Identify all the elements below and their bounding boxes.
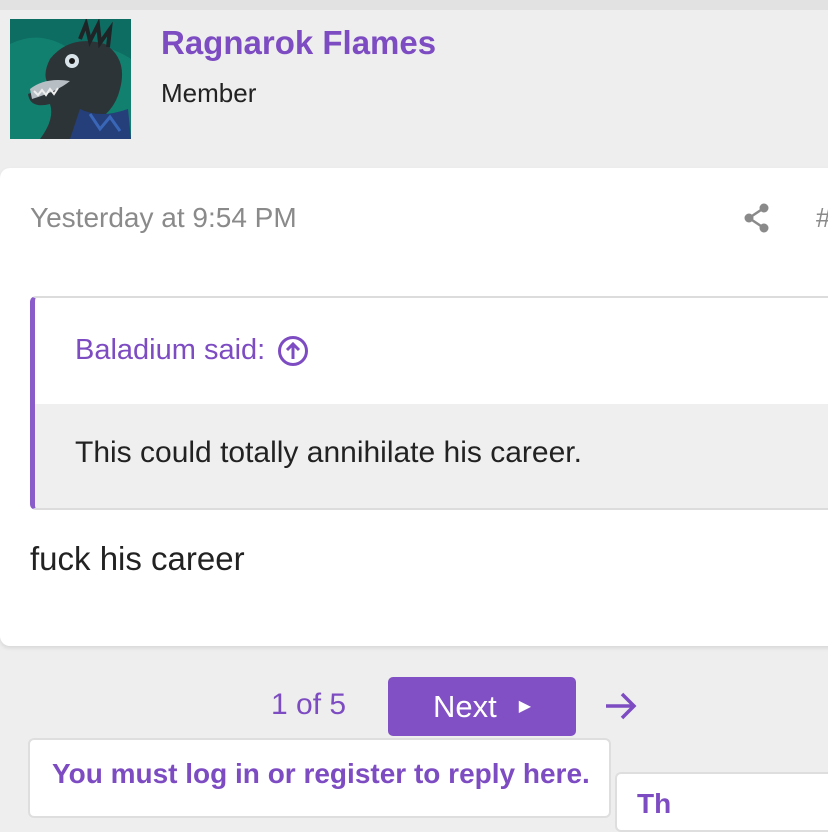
login-register-link[interactable]: You must log in or register to reply her… (52, 758, 590, 790)
quote-block: Baladium said: This could totally annihi… (30, 296, 828, 510)
side-widget: Th (615, 772, 828, 832)
caret-right-icon: ▶ (518, 697, 532, 715)
post-card: Yesterday at 9:54 PM # Baladium said: Th… (0, 168, 828, 646)
user-title: Member (161, 78, 257, 108)
post-author-block: Ragnarok Flames Member (0, 10, 828, 170)
next-page-button[interactable]: Next ▶ (388, 677, 576, 736)
arrow-up-circle-icon (278, 335, 309, 366)
quote-text: This could totally annihilate his career… (75, 436, 582, 469)
post-body-text: fuck his career (30, 540, 245, 577)
top-strip (0, 0, 828, 10)
username-link[interactable]: Ragnarok Flames (161, 24, 436, 62)
arrow-right-icon[interactable] (602, 686, 640, 726)
next-button-label: Next (432, 688, 497, 724)
post-timestamp[interactable]: Yesterday at 9:54 PM (30, 202, 297, 234)
quote-body: This could totally annihilate his career… (35, 404, 828, 508)
page-count-link[interactable]: 1 of 5 (271, 688, 346, 722)
creature-avatar-icon (10, 19, 131, 139)
quote-author-label: Baladium said: (75, 334, 266, 366)
quote-author-link[interactable]: Baladium said: (75, 334, 309, 367)
reply-notice-box: You must log in or register to reply her… (28, 738, 611, 818)
post-permalink[interactable]: # (816, 202, 828, 234)
user-avatar[interactable] (10, 19, 131, 139)
share-icon[interactable] (742, 202, 772, 234)
side-widget-text[interactable]: Th (637, 788, 671, 820)
pagination: 1 of 5 Next ▶ (0, 676, 828, 736)
